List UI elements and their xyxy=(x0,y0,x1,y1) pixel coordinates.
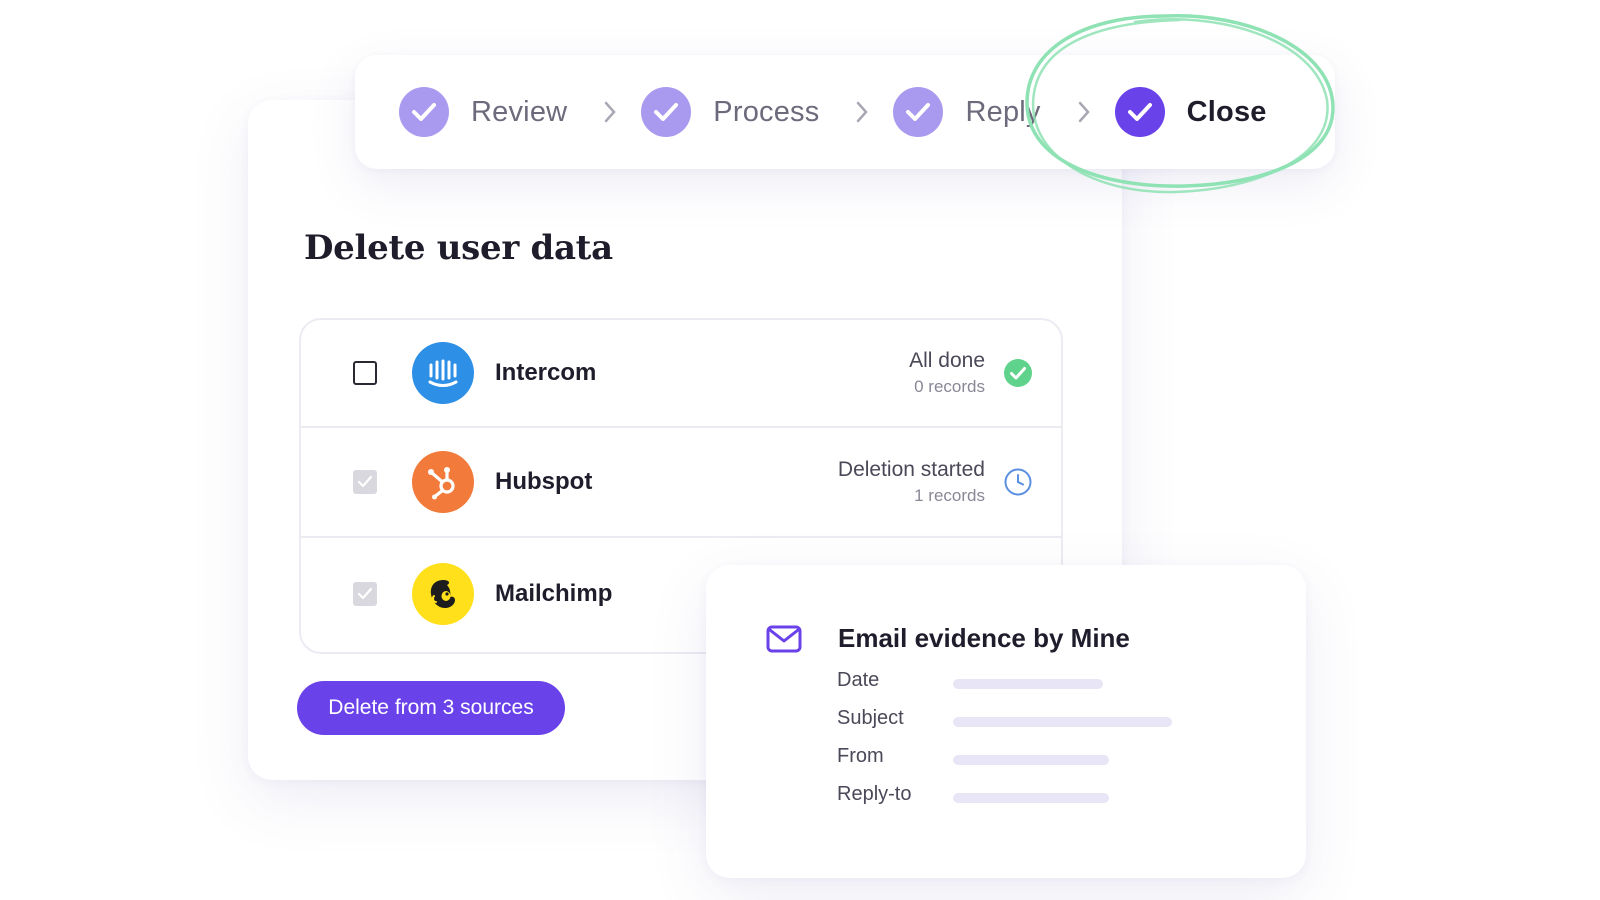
record-count: 0 records xyxy=(914,377,985,396)
step-label-active: Close xyxy=(1186,95,1267,128)
step-process[interactable]: Process xyxy=(641,87,819,137)
source-status: Deletion started 1 records xyxy=(838,456,985,508)
source-row-intercom: Intercom All done 0 records xyxy=(301,320,1061,428)
intercom-logo-icon xyxy=(412,342,474,404)
step-label: Process xyxy=(713,95,820,128)
check-icon xyxy=(893,87,944,137)
chevron-right-icon xyxy=(855,100,869,124)
step-close[interactable]: Close xyxy=(1114,87,1267,137)
source-row-hubspot: Hubspot Deletion started 1 records xyxy=(301,428,1061,538)
field-label-from: From xyxy=(837,745,884,767)
evidence-title: Email evidence by Mine xyxy=(838,623,1130,653)
mailchimp-logo-icon xyxy=(412,563,474,625)
field-value-placeholder xyxy=(953,755,1109,765)
check-circle-icon xyxy=(1004,359,1032,387)
source-checkbox[interactable] xyxy=(353,582,377,606)
check-icon xyxy=(1114,87,1165,137)
field-label-reply-to: Reply-to xyxy=(837,783,912,805)
step-reply[interactable]: Reply xyxy=(893,87,1040,137)
step-label: Review xyxy=(471,95,568,128)
source-name: Mailchimp xyxy=(495,580,613,607)
step-review[interactable]: Review xyxy=(399,87,567,137)
field-value-placeholder xyxy=(953,679,1103,689)
field-label-subject: Subject xyxy=(837,707,904,729)
source-status: All done 0 records xyxy=(909,347,985,399)
source-checkbox[interactable] xyxy=(353,361,377,385)
source-checkbox[interactable] xyxy=(353,470,377,494)
source-name: Intercom xyxy=(495,359,597,386)
check-icon xyxy=(641,87,692,137)
status-text: All done xyxy=(909,349,985,372)
progress-stepper: Review Process Reply Close xyxy=(355,55,1335,169)
source-name: Hubspot xyxy=(495,468,593,495)
email-evidence-card: Email evidence by Mine Date Subject From… xyxy=(706,565,1306,878)
field-value-placeholder xyxy=(953,793,1109,803)
clock-icon xyxy=(1004,468,1032,496)
record-count: 1 records xyxy=(914,486,985,505)
field-value-placeholder xyxy=(953,717,1172,727)
field-label-date: Date xyxy=(837,669,880,691)
delete-from-sources-button[interactable]: Delete from 3 sources xyxy=(297,681,565,735)
page-title: Delete user data xyxy=(304,228,613,268)
status-text: Deletion started xyxy=(837,458,985,481)
chevron-right-icon xyxy=(603,100,617,124)
step-label: Reply xyxy=(965,95,1041,128)
mail-icon xyxy=(766,625,802,653)
hubspot-logo-icon xyxy=(412,451,474,513)
check-icon xyxy=(399,87,449,137)
chevron-right-icon xyxy=(1077,100,1091,124)
